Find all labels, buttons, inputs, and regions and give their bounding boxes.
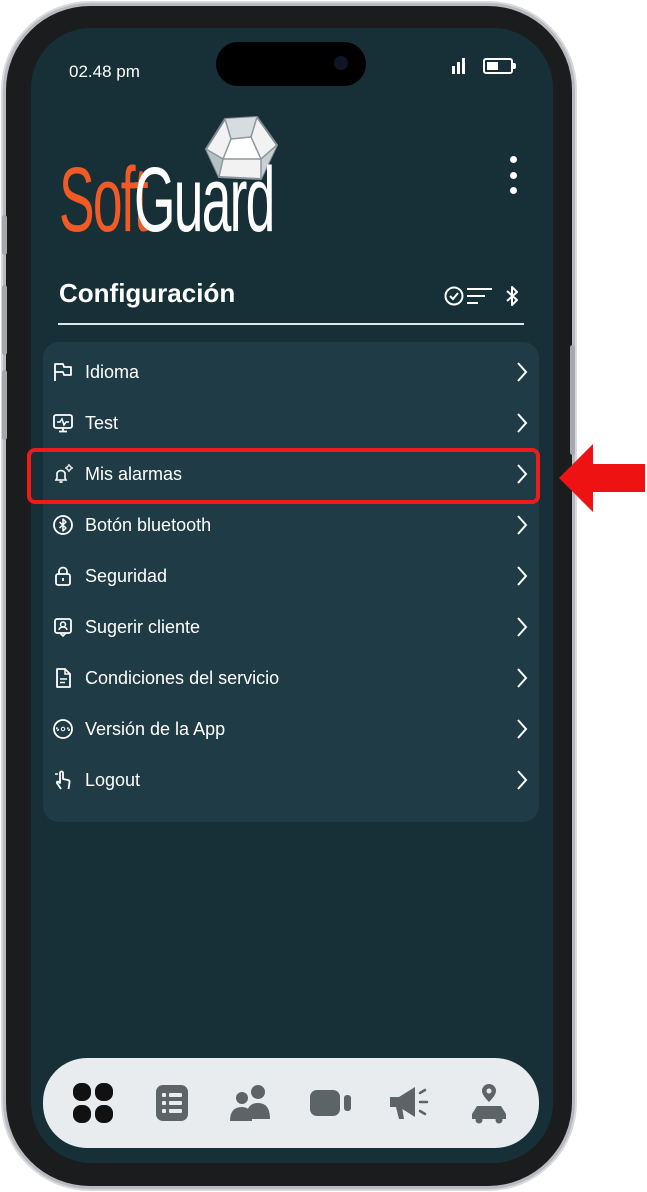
list-icon bbox=[155, 1085, 188, 1121]
sos-icon bbox=[51, 717, 75, 741]
nav-tracking-button[interactable] bbox=[461, 1075, 517, 1131]
chevron-right-icon bbox=[515, 717, 529, 746]
chevron-right-icon bbox=[515, 564, 529, 593]
logo-text-guard: Guard bbox=[133, 149, 275, 251]
header-tools bbox=[443, 284, 519, 308]
megaphone-icon bbox=[389, 1087, 429, 1119]
menu-item-idioma[interactable]: Idioma bbox=[43, 347, 539, 397]
car-location-icon bbox=[472, 1084, 507, 1124]
document-icon bbox=[51, 666, 75, 690]
menu-item-condiciones-del-servicio[interactable]: Condiciones del servicio bbox=[43, 653, 539, 703]
dynamic-island bbox=[216, 42, 366, 86]
lock-icon bbox=[51, 564, 75, 588]
softguard-logo: Soft Guard bbox=[59, 110, 289, 250]
menu-item-test[interactable]: Test bbox=[43, 398, 539, 448]
signal-icon bbox=[452, 58, 465, 74]
users-icon bbox=[230, 1085, 271, 1121]
app-screen: 02.48 pm Soft Guard Configuración Idioma… bbox=[31, 28, 553, 1163]
header-divider bbox=[58, 323, 524, 325]
menu-item-label: Versión de la App bbox=[85, 719, 226, 739]
user-badge-icon bbox=[51, 615, 75, 639]
menu-item-label: Logout bbox=[85, 770, 141, 790]
menu-item-seguridad[interactable]: Seguridad bbox=[43, 551, 539, 601]
power-button bbox=[570, 345, 575, 455]
nav-video-button[interactable] bbox=[303, 1075, 359, 1131]
side-button bbox=[2, 285, 7, 355]
nav-contacts-button[interactable] bbox=[223, 1075, 279, 1131]
video-camera-icon bbox=[309, 1090, 351, 1116]
nav-dashboard-button[interactable] bbox=[65, 1075, 121, 1131]
menu-item-logout[interactable]: Logout bbox=[43, 755, 539, 805]
status-icons bbox=[452, 58, 516, 74]
menu-item-label: Botón bluetooth bbox=[85, 515, 212, 535]
chevron-right-icon bbox=[515, 615, 529, 644]
menu-item-version-de-la-app[interactable]: Versión de la App bbox=[43, 704, 539, 754]
chevron-right-icon bbox=[515, 360, 529, 389]
menu-item-sugerir-cliente[interactable]: Sugerir cliente bbox=[43, 602, 539, 652]
flag-icon bbox=[51, 360, 75, 384]
chevron-right-icon bbox=[515, 513, 529, 542]
arrow-left-icon bbox=[559, 444, 645, 512]
nav-alerts-button[interactable] bbox=[382, 1075, 438, 1131]
bluetooth-icon bbox=[51, 513, 75, 537]
bottom-nav bbox=[43, 1058, 539, 1148]
monitor-pulse-icon bbox=[51, 411, 75, 435]
menu-item-boton-bluetooth[interactable]: Botón bluetooth bbox=[43, 500, 539, 550]
menu-item-label: Test bbox=[85, 413, 119, 433]
side-button bbox=[2, 215, 7, 255]
page-title: Configuración bbox=[59, 278, 236, 308]
chevron-right-icon bbox=[515, 768, 529, 797]
grid-icon bbox=[72, 1083, 113, 1123]
hand-logout-icon bbox=[51, 768, 75, 792]
nav-events-button[interactable] bbox=[144, 1075, 200, 1131]
status-time: 02.48 pm bbox=[69, 62, 140, 81]
menu-item-label: Idioma bbox=[85, 362, 140, 382]
menu-item-label: Sugerir cliente bbox=[85, 617, 201, 637]
settings-menu: Idioma Test Mis alarmas Botón bluetooth bbox=[43, 342, 539, 822]
chevron-right-icon bbox=[515, 411, 529, 440]
chevron-right-icon bbox=[515, 666, 529, 695]
menu-item-label: Condiciones del servicio bbox=[85, 668, 280, 688]
more-options-icon[interactable] bbox=[503, 156, 523, 194]
highlight-box bbox=[27, 448, 540, 504]
bluetooth-icon[interactable] bbox=[505, 285, 519, 307]
check-filter-icon[interactable] bbox=[443, 284, 495, 308]
side-button bbox=[2, 370, 7, 440]
battery-icon bbox=[483, 58, 516, 74]
menu-item-label: Seguridad bbox=[85, 566, 168, 586]
